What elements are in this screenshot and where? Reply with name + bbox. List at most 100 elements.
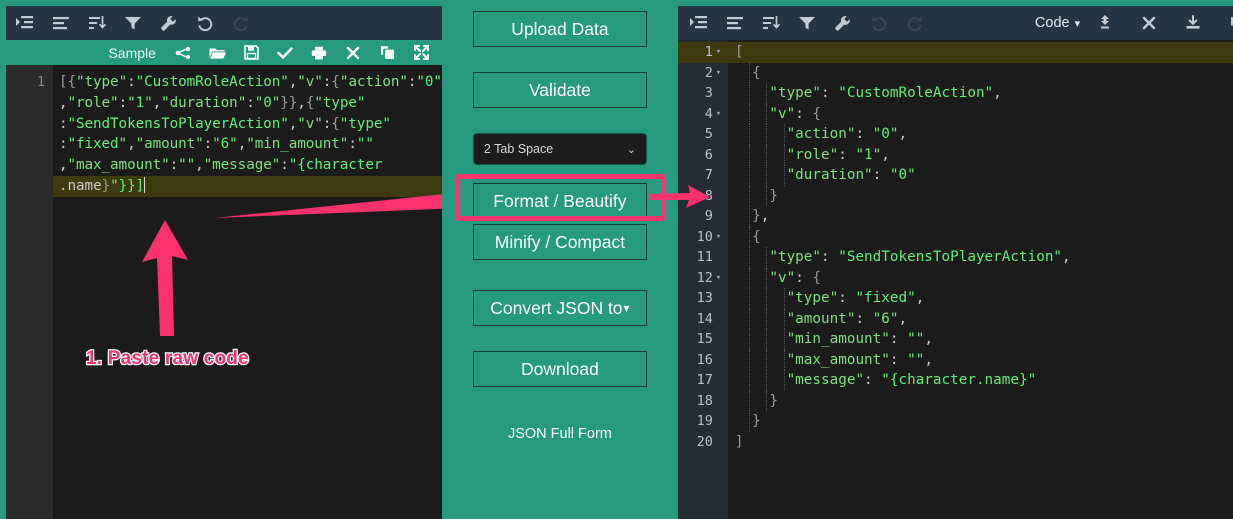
line-number-row: 1 ▾ — [677, 42, 728, 63]
json-full-form-link[interactable]: JSON Full Form — [508, 426, 612, 442]
upload-data-button[interactable]: Upload Data — [472, 11, 647, 47]
left-code-content[interactable]: [{"type":"CustomRoleAction","v":{"action… — [53, 65, 442, 519]
fold-toggle-icon[interactable]: ▾ — [713, 227, 724, 248]
code-line: "type": "SendTokensToPlayerAction", — [728, 247, 1233, 268]
line-number: 1 — [36, 74, 45, 90]
wrench-icon[interactable] — [158, 12, 180, 34]
code-line: "amount": "6", — [728, 308, 1233, 329]
fold-toggle-icon: ▾ — [713, 309, 724, 330]
fold-toggle-icon[interactable]: ▾ — [713, 268, 724, 289]
code-line: :"SendTokensToPlayerAction","v":{"type" — [59, 115, 391, 132]
code-line: } — [728, 411, 1233, 432]
undo-icon[interactable] — [868, 12, 890, 34]
line-number-row: 4 ▾ — [678, 104, 728, 125]
filter-icon[interactable] — [796, 12, 818, 34]
code-line: "role": "1", — [728, 144, 1233, 165]
line-number-row: 3▾ — [678, 83, 728, 104]
undo-icon[interactable] — [194, 12, 216, 34]
convert-json-label: Convert JSON to — [490, 297, 623, 318]
wrench-icon[interactable] — [832, 12, 854, 34]
line-number-row: 12 ▾ — [678, 268, 728, 289]
code-line: "type": "fixed", — [728, 288, 1233, 309]
sort-icon[interactable] — [760, 12, 782, 34]
align-left-icon[interactable] — [724, 12, 746, 34]
save-icon[interactable] — [243, 44, 260, 61]
chevron-down-icon: ⌄ — [626, 143, 636, 156]
code-line: :"fixed","amount":"6","min_amount":"" — [59, 136, 374, 153]
left-editor[interactable]: 1 [{"type":"CustomRoleAction","v":{"acti… — [6, 65, 442, 519]
line-number-row: 15▾ — [678, 329, 728, 350]
folder-open-icon[interactable] — [209, 44, 226, 61]
convert-json-to-button[interactable]: Convert JSON to ▾ — [472, 290, 647, 326]
code-line: } — [728, 390, 1233, 411]
fold-toggle-icon: ▾ — [713, 145, 724, 166]
view-mode-label: Code — [1034, 15, 1070, 31]
line-number-row: 17▾ — [678, 370, 728, 391]
copy-icon[interactable] — [1226, 12, 1233, 34]
redo-icon[interactable] — [230, 12, 252, 34]
right-gutter: 1▾2▾3▾4▾5▾6▾7▾8▾9▾10▾11▾12▾13▾14▾15▾16▾1… — [677, 40, 728, 519]
left-subbar: Sample — [6, 40, 442, 65]
indent-icon[interactable] — [688, 12, 710, 34]
indent-icon[interactable] — [14, 12, 36, 34]
code-line: { — [728, 226, 1233, 247]
sample-button[interactable]: Sample — [108, 45, 155, 61]
fold-toggle-icon: ▾ — [713, 411, 724, 432]
annotation-arrow-small — [649, 183, 712, 216]
minify-compact-button[interactable]: Minify / Compact — [472, 224, 647, 260]
align-left-icon[interactable] — [50, 12, 72, 34]
fold-toggle-icon[interactable]: ▾ — [713, 104, 724, 125]
code-line: } — [728, 185, 1233, 206]
redo-icon[interactable] — [904, 12, 926, 34]
code-line: "message": "{character.name}" — [728, 370, 1233, 391]
right-code-content[interactable]: [ { "type": "CustomRoleAction", "v": { "… — [727, 40, 1233, 519]
code-line: }, — [728, 206, 1233, 227]
tab-space-value: 2 Tab Space — [483, 142, 554, 156]
code-line: "action": "0", — [728, 124, 1233, 145]
code-line: [{"type":"CustomRoleAction","v":{"action… — [59, 74, 442, 90]
code-line: "v": { — [728, 267, 1233, 288]
sort-icon[interactable] — [86, 12, 108, 34]
fold-toggle-icon: ▾ — [713, 165, 724, 186]
format-beautify-button[interactable]: Format / Beautify — [472, 183, 647, 219]
filter-icon[interactable] — [122, 12, 144, 34]
right-toolbar-actions — [1094, 12, 1233, 34]
copy-icon[interactable] — [379, 44, 396, 61]
validate-button[interactable]: Validate — [472, 72, 647, 108]
code-line: "max_amount": "", — [728, 349, 1233, 370]
fold-toggle-icon[interactable]: ▾ — [713, 42, 724, 63]
code-line: "type": "CustomRoleAction", — [728, 83, 1233, 104]
annotation-arrow-up — [130, 218, 200, 343]
fold-toggle-icon: ▾ — [713, 288, 724, 309]
fold-toggle-icon[interactable]: ▾ — [713, 63, 724, 84]
share-icon[interactable] — [175, 44, 192, 61]
left-toolbar — [6, 6, 442, 40]
line-number-row: 11▾ — [678, 247, 728, 268]
close-icon[interactable] — [345, 44, 362, 61]
line-number-row: 2 ▾ — [678, 63, 728, 84]
fold-toggle-icon: ▾ — [713, 370, 724, 391]
code-line: ,"role":"1","duration":"0"}},{"type" — [59, 94, 366, 111]
download-button[interactable]: Download — [472, 351, 647, 387]
fold-toggle-icon: ▾ — [713, 391, 724, 412]
download-icon[interactable] — [1182, 12, 1204, 34]
right-output-panel: Code ▾ 1 ▾ 2 ▾ 3 4 ▾ 5 6 7 8 9 10 ▾ 11 1… — [677, 0, 1233, 519]
tab-space-select[interactable]: 2 Tab Space ⌄ — [472, 133, 647, 165]
line-number-row: 5▾ — [678, 124, 728, 145]
code-line: [ — [727, 42, 1233, 63]
right-toolbar: Code ▾ — [677, 6, 1233, 40]
fold-toggle-icon: ▾ — [713, 83, 724, 104]
view-mode-dropdown[interactable]: Code ▾ — [1035, 15, 1080, 31]
print-icon[interactable] — [311, 44, 328, 61]
right-editor[interactable]: 1▾2▾3▾4▾5▾6▾7▾8▾9▾10▾11▾12▾13▾14▾15▾16▾1… — [677, 40, 1233, 519]
fullscreen-icon[interactable] — [413, 44, 430, 61]
close-icon[interactable] — [1138, 12, 1160, 34]
fold-toggle-icon: ▾ — [713, 432, 724, 453]
fold-toggle-icon: ▾ — [713, 247, 724, 268]
check-icon[interactable] — [277, 44, 294, 61]
line-number-row: 20▾ — [678, 432, 728, 453]
fold-toggle-icon: ▾ — [713, 329, 724, 350]
collapse-all-icon[interactable] — [1094, 12, 1116, 34]
fold-toggle-icon: ▾ — [713, 206, 724, 227]
fold-toggle-icon: ▾ — [713, 124, 724, 145]
